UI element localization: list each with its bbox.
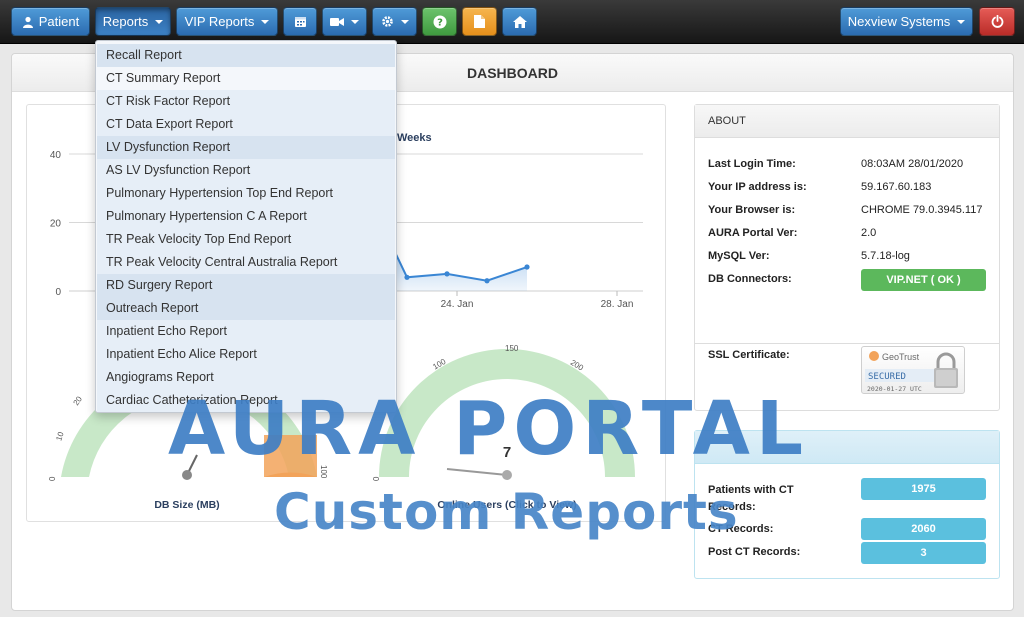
online-users-value: 7	[503, 444, 511, 461]
document-icon	[474, 15, 485, 28]
caret-down-icon	[400, 19, 409, 24]
about-title: ABOUT	[695, 105, 999, 138]
report-menu-item[interactable]: RD Surgery Report	[97, 274, 395, 297]
report-menu-item[interactable]: TR Peak Velocity Top End Report	[97, 228, 395, 251]
browser-label: Your Browser is:	[708, 204, 796, 216]
last-login-value: 08:03AM 28/01/2020	[861, 158, 964, 170]
home-button[interactable]	[502, 7, 537, 36]
report-menu-item[interactable]: Pulmonary Hypertension Top End Report	[97, 182, 395, 205]
org-menu-button[interactable]: Nexview Systems	[840, 7, 973, 36]
ssl-date: 2020-01-27 UTC	[867, 385, 922, 393]
post-ct-records-count-button[interactable]: 3	[861, 542, 986, 564]
report-menu-item[interactable]: AS LV Dysfunction Report	[97, 159, 395, 182]
question-icon: ?	[433, 15, 446, 28]
org-label: Nexview Systems	[847, 14, 951, 29]
caret-down-icon	[957, 19, 966, 24]
data-point[interactable]	[524, 264, 530, 270]
report-menu-item[interactable]: Recall Report	[97, 44, 395, 67]
patient-button[interactable]: Patient	[11, 7, 90, 36]
browser-value: CHROME 79.0.3945.117	[861, 204, 983, 216]
ip-address-value: 59.167.60.183	[861, 181, 932, 193]
db-size-tick-20: 20	[71, 394, 84, 407]
data-point[interactable]	[444, 271, 450, 277]
top-navbar: Patient Reports VIP Reports ? Nexview Sy…	[0, 0, 1024, 44]
report-menu-item[interactable]: TR Peak Velocity Central Australia Repor…	[97, 251, 395, 274]
report-menu-item[interactable]: CT Risk Factor Report	[97, 90, 395, 113]
report-menu-item[interactable]: Outreach Report	[97, 297, 395, 320]
x-tick-label: 28. Jan	[601, 299, 634, 310]
user-icon	[22, 16, 33, 28]
calendar-button[interactable]	[283, 7, 317, 36]
report-menu-item[interactable]: Pulmonary Hypertension C A Report	[97, 205, 395, 228]
reports-dropdown-menu: Recall Report CT Summary Report CT Risk Fa…	[95, 40, 397, 413]
online-users-tick-150: 150	[505, 344, 519, 353]
db-size-tick-10: 10	[54, 430, 65, 442]
home-icon	[512, 15, 527, 28]
online-users-label[interactable]: Online Users (Click to View)	[437, 499, 576, 511]
stats-panel: Patients with CT Records: 1975 CT Record…	[694, 430, 1000, 579]
data-point[interactable]	[484, 278, 490, 284]
ip-address-label: Your IP address is:	[708, 181, 807, 193]
y-tick-label: 0	[55, 287, 61, 298]
padlock-icon	[934, 352, 958, 388]
power-icon	[991, 15, 1003, 28]
report-menu-item[interactable]: CT Summary Report	[97, 67, 395, 90]
mysql-version-label: MySQL Ver:	[708, 250, 770, 262]
online-users-gauge[interactable]: 7 0 100 150 200 Online Users (Click to V…	[372, 344, 635, 511]
about-panel: ABOUT Last Login Time: 08:03AM 28/01/202…	[694, 104, 1000, 411]
patients-ct-label: Patients with CT Records:	[708, 484, 794, 513]
vip-reports-label: VIP Reports	[184, 14, 255, 29]
ssl-brand: GeoTrust	[882, 352, 920, 362]
chart-title: Weeks	[397, 132, 432, 144]
stats-header	[695, 431, 999, 464]
video-icon	[330, 17, 344, 26]
last-login-label: Last Login Time:	[708, 158, 796, 170]
portal-version-value: 2.0	[861, 227, 877, 239]
y-tick-label: 20	[50, 219, 62, 230]
ssl-certificate-label: SSL Certificate:	[708, 349, 790, 361]
vip-reports-button[interactable]: VIP Reports	[176, 7, 278, 36]
reports-label: Reports	[102, 14, 149, 29]
video-menu-button[interactable]	[322, 7, 367, 36]
help-button[interactable]: ?	[422, 7, 457, 36]
data-point[interactable]	[404, 274, 410, 280]
report-menu-item[interactable]: CT Data Export Report	[97, 113, 395, 136]
settings-menu-button[interactable]	[372, 7, 417, 36]
db-size-tick-100: 100	[319, 465, 328, 479]
db-size-tick-0: 0	[48, 476, 57, 481]
report-menu-item[interactable]: Inpatient Echo Alice Report	[97, 343, 395, 366]
report-menu-item[interactable]: Inpatient Echo Report	[97, 320, 395, 343]
report-menu-item[interactable]: LV Dysfunction Report	[97, 136, 395, 159]
divider	[695, 343, 999, 344]
ct-records-label: CT Records:	[708, 523, 774, 535]
calendar-icon	[294, 17, 306, 27]
logout-button[interactable]	[979, 7, 1015, 36]
gear-icon	[381, 16, 393, 27]
db-connectors-label: DB Connectors:	[708, 273, 792, 285]
caret-down-icon	[155, 19, 164, 24]
ssl-status: SECURED	[868, 372, 906, 382]
caret-down-icon	[261, 19, 270, 24]
report-menu-item[interactable]: Cardiac Catheterization Report	[97, 389, 395, 412]
db-connector-status-button[interactable]: VIP.NET ( OK )	[861, 269, 986, 291]
caret-down-icon	[351, 19, 359, 24]
x-tick-label: 24. Jan	[441, 299, 474, 310]
online-users-tick-0: 0	[372, 476, 381, 481]
svg-text:?: ?	[437, 17, 443, 28]
mysql-version-value: 5.7.18-log	[861, 250, 910, 262]
patients-ct-count-button[interactable]: 1975	[861, 478, 986, 500]
report-menu-item[interactable]: Angiograms Report	[97, 366, 395, 389]
document-button[interactable]	[462, 7, 497, 36]
reports-menu-button[interactable]: Reports	[95, 7, 171, 36]
patient-label: Patient	[38, 14, 80, 29]
portal-version-label: AURA Portal Ver:	[708, 227, 798, 239]
y-tick-label: 40	[50, 150, 62, 161]
ct-records-count-button[interactable]: 2060	[861, 518, 986, 540]
db-size-label[interactable]: DB Size (MB)	[154, 499, 219, 511]
post-ct-records-label: Post CT Records:	[708, 546, 801, 558]
ssl-seal[interactable]: GeoTrust SECURED 2020-01-27 UTC	[861, 346, 965, 394]
